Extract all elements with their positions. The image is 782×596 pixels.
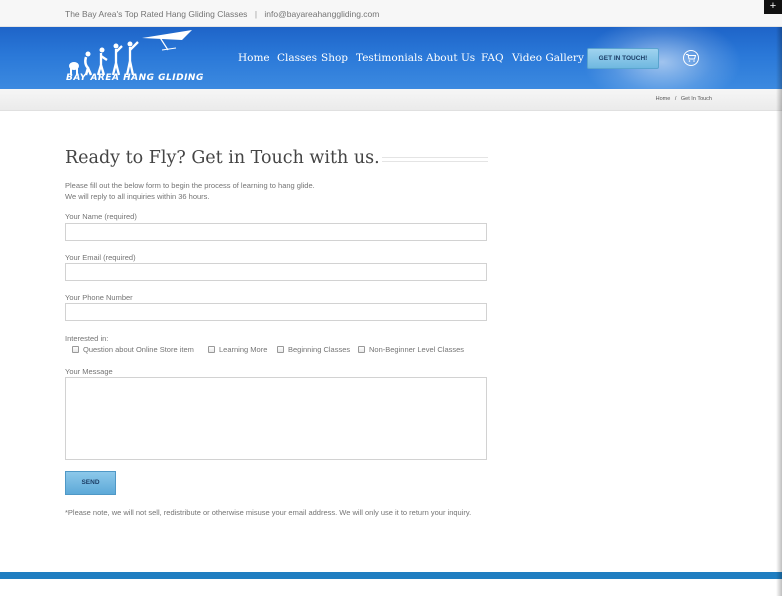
phone-field[interactable]: [65, 303, 487, 321]
right-edge-shadow: [776, 27, 782, 596]
message-textarea[interactable]: [65, 377, 487, 460]
checkbox[interactable]: [277, 346, 284, 353]
nav-video-gallery[interactable]: Video Gallery: [512, 52, 584, 64]
intro-text: Please fill out the below form to begin …: [65, 180, 315, 202]
checkbox[interactable]: [358, 346, 365, 353]
top-bar: The Bay Area's Top Rated Hang Gliding Cl…: [0, 0, 782, 27]
cart-button[interactable]: [683, 50, 699, 66]
name-field[interactable]: [65, 223, 487, 241]
email-field[interactable]: [65, 263, 487, 281]
contact-email-link[interactable]: info@bayareahanggliding.com: [264, 9, 379, 19]
phone-label: Your Phone Number: [65, 293, 133, 302]
breadcrumb: Home / Get In Touch: [656, 96, 712, 102]
nav-testimonials[interactable]: Testimonials: [356, 52, 423, 64]
privacy-note: *Please note, we will not sell, redistri…: [65, 508, 472, 517]
intro-line-2: We will reply to all inquiries within 36…: [65, 192, 210, 201]
top-bar-contact: The Bay Area's Top Rated Hang Gliding Cl…: [65, 9, 379, 19]
message-label: Your Message: [65, 367, 113, 376]
name-label: Your Name (required): [65, 212, 137, 221]
page: { "topbar": { "tagline": "The Bay Area's…: [0, 0, 782, 596]
nav-classes[interactable]: Classes: [277, 52, 317, 64]
page-title-bar: Home / Get In Touch: [0, 89, 782, 111]
nav-about-us[interactable]: About Us: [426, 52, 475, 64]
checkbox[interactable]: [72, 346, 79, 353]
checkbox-label: Beginning Classes: [288, 345, 351, 354]
footer-band: [0, 572, 782, 579]
plus-icon[interactable]: +: [764, 0, 782, 14]
checkbox-label: Learning More: [219, 345, 268, 354]
nav-shop[interactable]: Shop: [321, 52, 348, 64]
breadcrumb-home[interactable]: Home: [656, 96, 671, 102]
send-button[interactable]: SEND: [65, 471, 116, 495]
nav-home[interactable]: Home: [238, 52, 270, 64]
checkbox-label: Non-Beginner Level Classes: [369, 345, 465, 354]
interest-label: Interested in:: [65, 334, 109, 343]
tagline-text: The Bay Area's Top Rated Hang Gliding Cl…: [65, 9, 248, 19]
intro-line-1: Please fill out the below form to begin …: [65, 181, 315, 190]
tagline-separator: |: [254, 9, 258, 19]
breadcrumb-separator: /: [674, 96, 677, 102]
email-label: Your Email (required): [65, 253, 136, 262]
checkbox-label: Question about Online Store item: [83, 345, 194, 354]
cart-icon: [686, 54, 696, 62]
title-divider: [382, 157, 488, 162]
logo-text[interactable]: BAY AREA HANG GLIDING: [66, 73, 204, 83]
checkbox[interactable]: [208, 346, 215, 353]
nav-faq[interactable]: FAQ: [481, 52, 504, 64]
get-in-touch-button[interactable]: GET IN TOUCH!: [587, 48, 659, 69]
page-title: Ready to Fly? Get in Touch with us.: [65, 148, 380, 168]
breadcrumb-current: Get In Touch: [680, 96, 712, 102]
